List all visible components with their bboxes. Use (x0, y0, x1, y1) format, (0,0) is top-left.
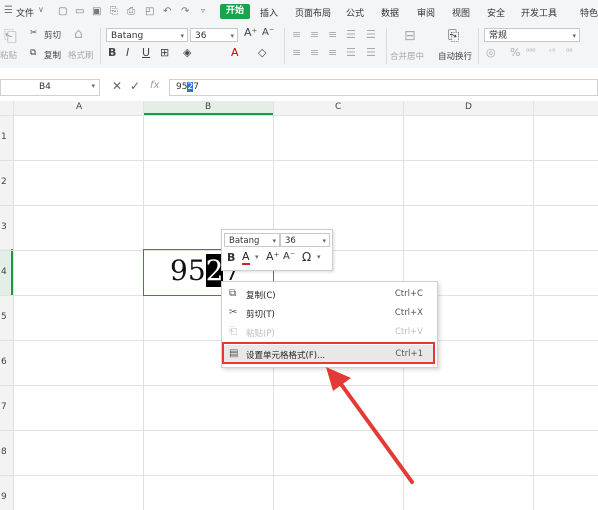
arrow-head (326, 367, 351, 391)
arrow-shaft (336, 378, 414, 484)
annotation-arrow (326, 367, 414, 484)
